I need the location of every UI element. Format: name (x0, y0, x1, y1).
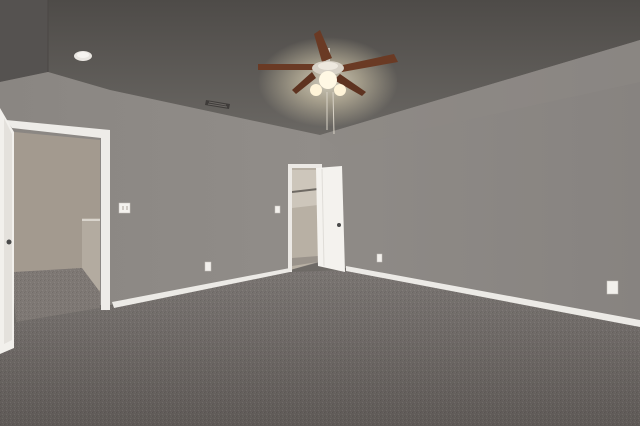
bedroom-illustration (0, 0, 640, 426)
outlet (204, 261, 212, 272)
bedroom-photo (0, 0, 640, 426)
closet-door (316, 166, 345, 272)
door-knob-icon (337, 223, 341, 227)
outlet (606, 280, 619, 295)
switch-plate (274, 205, 281, 214)
light-switch (118, 202, 131, 214)
fan-blade (258, 64, 316, 70)
door-knob-icon (6, 239, 12, 245)
outlet (376, 253, 383, 263)
closet-doorway (288, 164, 345, 272)
smoke-detector (74, 51, 92, 61)
